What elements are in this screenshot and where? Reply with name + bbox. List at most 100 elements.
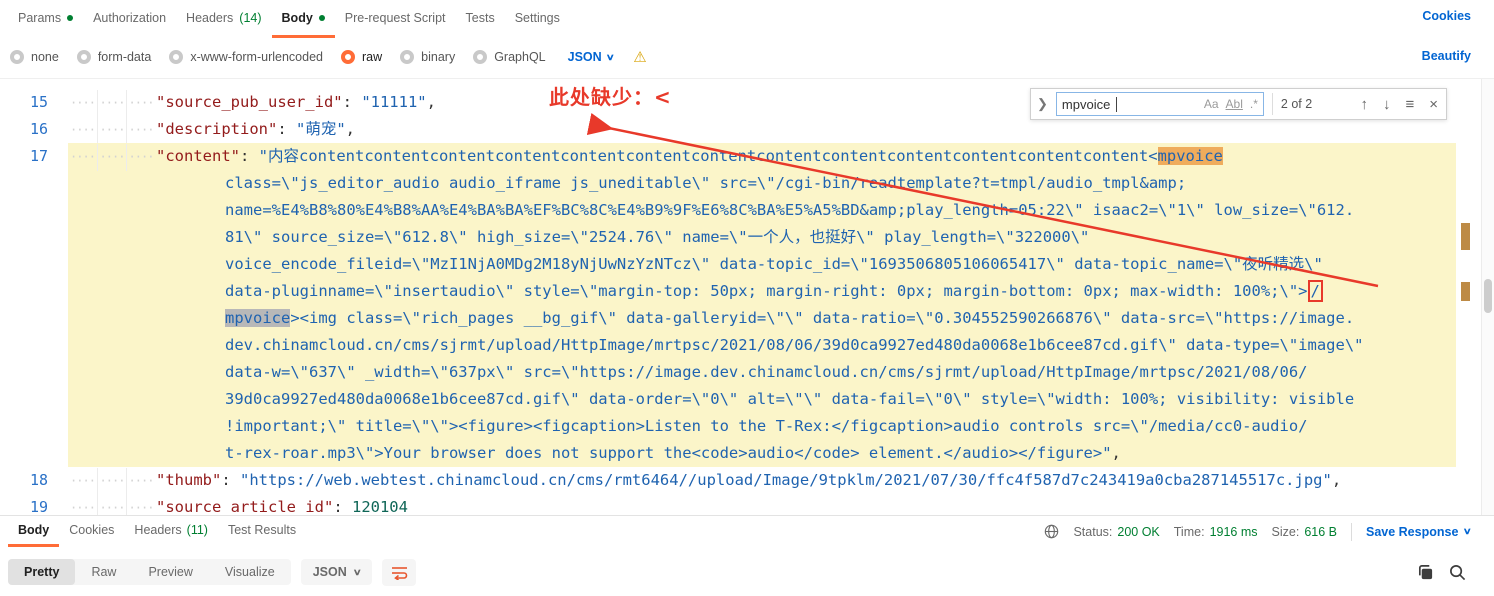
search-response-button[interactable]	[1449, 564, 1466, 581]
copy-icon	[1418, 564, 1433, 579]
expand-replace-icon[interactable]: ❯	[1037, 96, 1048, 112]
indent-guide: ····	[126, 468, 155, 495]
code-segment: 81\" source_size=\"612.8\" high_size=\"2…	[225, 228, 1090, 246]
editor-lines: 15 ···· ···· ···· "source_pub_user_id": "111…	[0, 89, 1494, 516]
code-segment: :	[342, 93, 362, 111]
radio-label: binary	[421, 50, 456, 64]
whole-word-toggle[interactable]: Abl	[1226, 97, 1243, 111]
code-row: class=\"js_editor_audio audio_iframe js_…	[68, 170, 1456, 197]
tab-label: Pre-request Script	[344, 10, 446, 25]
find-panel: ❯ mpvoice Aa Abl .* 2 of 2 ↑ ↓ ≡ ×	[1030, 88, 1447, 120]
match-case-toggle[interactable]: Aa	[1204, 97, 1219, 111]
response-tab-cookies[interactable]: Cookies	[59, 516, 124, 547]
request-tab-bar: Params Authorization Headers (14) Body Pre-re…	[0, 0, 1494, 38]
body-type-raw[interactable]: raw	[341, 50, 382, 64]
response-tab-test-results[interactable]: Test Results	[218, 516, 306, 547]
regex-toggle[interactable]: .*	[1250, 97, 1258, 111]
tab-label: Test Results	[227, 523, 297, 537]
json-body-editor[interactable]: 15 ···· ···· ···· "source_pub_user_id": "111…	[0, 78, 1494, 516]
tab-label: Headers	[186, 10, 234, 25]
wrap-lines-button[interactable]	[382, 558, 417, 586]
copy-response-button[interactable]	[1417, 564, 1434, 581]
code-row: data-w=\"637\" _width=\"637px\" src=\"ht…	[68, 359, 1456, 386]
editor-line-18[interactable]: 18 ···· ···· ···· "thumb": "https://web.webt…	[30, 467, 1456, 495]
radio-label: form-data	[97, 50, 152, 64]
body-type-binary[interactable]: binary	[400, 50, 455, 64]
radio-icon	[169, 50, 184, 64]
code-segment: voice_encode_fileid=\"MzI1NjA0MDg2M18yNj…	[225, 255, 1323, 273]
body-type-x-www-form-urlencoded[interactable]: x-www-form-urlencoded	[169, 50, 323, 64]
indent-guide: ····	[126, 495, 155, 516]
indent-guide: ····	[70, 96, 96, 110]
code-row: ···· ···· ···· "source_article_id": 120104	[68, 494, 1456, 516]
code-segment: :	[240, 147, 259, 165]
body-type-form-data[interactable]: form-data	[76, 50, 152, 64]
radio-icon	[473, 50, 488, 64]
scrollbar-match-marker	[1461, 223, 1470, 250]
tab-count: (11)	[186, 523, 208, 537]
view-tab-visualize[interactable]: Visualize	[209, 559, 291, 585]
line-number: 18	[29, 471, 48, 489]
indent-guide: ····	[97, 144, 126, 171]
indent-guide: ····	[97, 468, 126, 495]
view-tab-raw[interactable]: Raw	[75, 559, 132, 585]
code-segment: "https://web.webtest.chinamcloud.cn/cms/…	[240, 471, 1332, 489]
tab-body[interactable]: Body	[271, 0, 335, 38]
radio-icon	[76, 50, 91, 64]
status-badge: Status: 200 OK	[1073, 524, 1160, 539]
find-menu-icon[interactable]: ≡	[1405, 97, 1414, 112]
indent-guide: ····	[126, 90, 155, 117]
body-type-GraphQL[interactable]: GraphQL	[473, 50, 546, 64]
code-segment: class=\"js_editor_audio audio_iframe js_…	[225, 174, 1187, 192]
indent-whitespace: ···· ···· ····	[68, 495, 156, 516]
code-row: name=%E4%B8%80%E4%B8%AA%E4%BA%BA%EF%BC%8…	[68, 197, 1456, 224]
editor-scrollbar[interactable]	[1481, 79, 1494, 516]
search-input[interactable]: mpvoice Aa Abl .*	[1055, 92, 1264, 116]
code-segment: ,	[1331, 471, 1342, 489]
save-response-button[interactable]: Save Response ∨	[1366, 525, 1472, 539]
code-row: mpvoice><img class=\"rich_pages __bg_gif…	[68, 305, 1456, 332]
network-globe-icon	[1045, 524, 1059, 539]
indent-guide: ····	[70, 474, 96, 488]
next-match-icon[interactable]: ↓	[1383, 97, 1391, 112]
tab-headers[interactable]: Headers (14)	[176, 0, 271, 38]
tab-authorization[interactable]: Authorization	[83, 0, 176, 38]
code-segment: name=%E4%B8%80%E4%B8%AA%E4%BA%BA%EF%BC%8…	[225, 201, 1355, 219]
indent-whitespace: ···· ···· ····	[68, 144, 156, 171]
radio-icon	[400, 50, 415, 64]
code-segment: :	[277, 120, 296, 138]
tab-settings[interactable]: Settings	[505, 0, 570, 38]
indent-guide: ····	[70, 150, 96, 164]
tab-params[interactable]: Params	[8, 0, 83, 38]
green-dot-icon	[67, 15, 74, 21]
body-type-none[interactable]: none	[10, 50, 59, 64]
editor-line-19[interactable]: 19 ···· ···· ···· "source_article_id": 12010…	[30, 494, 1456, 516]
radio-icon	[10, 50, 24, 64]
search-query: mpvoice	[1061, 96, 1111, 112]
size-badge: Size: 616 B	[1271, 524, 1337, 539]
code-segment: !important;\" title=\"\"><figure><figcap…	[225, 417, 1308, 435]
scrollbar-thumb[interactable]	[1484, 279, 1492, 313]
previous-match-icon[interactable]: ↑	[1360, 97, 1368, 112]
response-tab-headers[interactable]: Headers (11)	[124, 516, 218, 547]
tab-tests[interactable]: Tests	[456, 0, 505, 38]
beautify-link[interactable]: Beautify	[1422, 49, 1471, 63]
body-language-dropdown[interactable]: JSON ∨	[568, 50, 615, 64]
editor-line-16[interactable]: 16 ···· ···· ···· "description": "萌宠",	[30, 116, 1456, 144]
code-segment: "content"	[156, 147, 240, 165]
cookies-link[interactable]: Cookies	[1422, 9, 1471, 23]
tab-label: Tests	[465, 10, 495, 25]
tab-pre-request-script[interactable]: Pre-request Script	[335, 0, 456, 38]
editor-line-17[interactable]: 17 ···· ···· ···· "content": "内容contentconte…	[30, 143, 1456, 467]
close-icon[interactable]: ×	[1429, 97, 1438, 112]
code-segment: "thumb"	[156, 471, 222, 489]
view-tab-pretty[interactable]: Pretty	[8, 559, 76, 585]
code-segment: 39d0ca9927ed480da0068e1b6cee87cd.gif\" d…	[225, 390, 1355, 408]
code-segment: :	[333, 498, 352, 516]
radio-label: GraphQL	[494, 50, 546, 64]
view-tab-preview[interactable]: Preview	[132, 559, 208, 585]
response-format-dropdown[interactable]: JSON ∨	[300, 559, 373, 585]
code-row: ···· ···· ···· "thumb": "https://web.webtes…	[68, 467, 1456, 495]
response-tab-body[interactable]: Body	[8, 516, 60, 547]
line-number: 16	[29, 120, 48, 138]
